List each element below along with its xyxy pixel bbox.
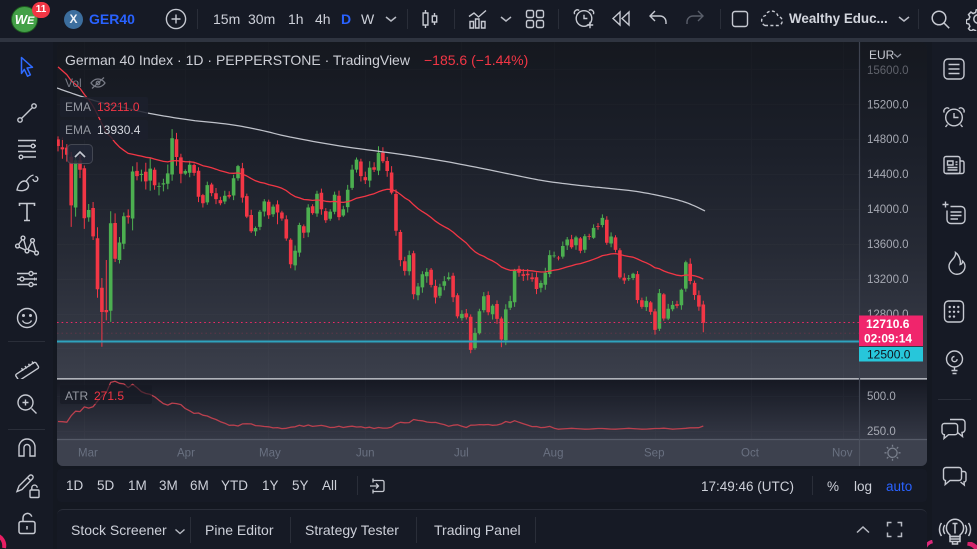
svg-text:ATR: ATR	[65, 389, 88, 403]
svg-text:12500.0: 12500.0	[867, 348, 911, 362]
svg-text:Sep: Sep	[644, 448, 664, 460]
svg-text:13930.4: 13930.4	[97, 123, 141, 137]
svg-text:02:09:14: 02:09:14	[864, 332, 912, 346]
svg-text:Vol: Vol	[65, 76, 82, 90]
svg-text:EUR: EUR	[869, 48, 895, 62]
svg-text:271.5: 271.5	[94, 389, 124, 403]
svg-text:Jul: Jul	[454, 448, 469, 460]
svg-text:14000.0: 14000.0	[867, 204, 909, 216]
svg-text:12710.6: 12710.6	[866, 317, 910, 331]
svg-text:Jun: Jun	[356, 448, 375, 460]
svg-text:13200.0: 13200.0	[867, 274, 909, 286]
svg-text:Oct: Oct	[741, 448, 760, 460]
svg-text:−185.6 (−1.44%): −185.6 (−1.44%)	[424, 52, 528, 68]
svg-text:13600.0: 13600.0	[867, 239, 909, 251]
svg-text:Nov: Nov	[832, 448, 853, 460]
svg-text:15200.0: 15200.0	[867, 100, 909, 112]
svg-text:Apr: Apr	[177, 448, 195, 460]
svg-text:14400.0: 14400.0	[867, 169, 909, 181]
svg-text:14800.0: 14800.0	[867, 134, 909, 146]
svg-text:German 40 Index · 1D · PEPPERS: German 40 Index · 1D · PEPPERSTONE · Tra…	[65, 52, 411, 68]
svg-text:500.0: 500.0	[867, 391, 896, 403]
svg-text:15600.0: 15600.0	[867, 65, 909, 77]
svg-text:EMA: EMA	[65, 123, 91, 137]
svg-text:13211.0: 13211.0	[97, 100, 140, 114]
svg-text:Aug: Aug	[543, 448, 563, 460]
svg-text:EMA: EMA	[65, 100, 91, 114]
svg-text:Mar: Mar	[78, 448, 98, 460]
svg-text:May: May	[259, 448, 281, 460]
svg-text:250.0: 250.0	[867, 426, 896, 438]
